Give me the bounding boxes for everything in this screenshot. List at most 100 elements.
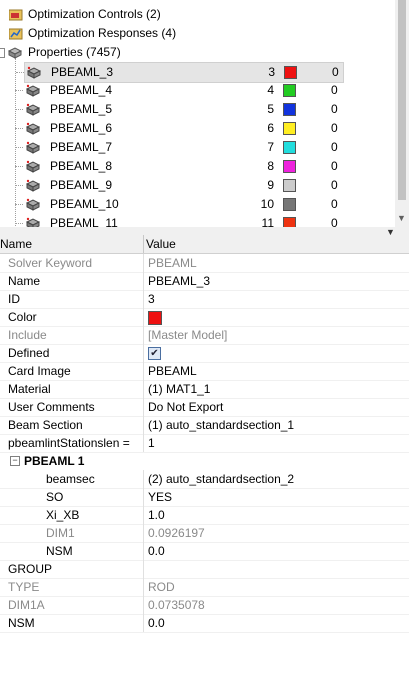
collapse-icon[interactable]: − (10, 456, 20, 466)
property-count: 0 (331, 140, 338, 154)
property-name: PBEAML_5 (50, 102, 113, 116)
property-row-solver-keyword[interactable]: Solver Keyword PBEAML (0, 254, 409, 273)
property-value: [Master Model] (148, 328, 228, 342)
tree-item-pbeaml_9[interactable]: PBEAML_9 9 0 (15, 176, 342, 195)
tree-scrollbar[interactable]: ▼ (395, 0, 409, 227)
property-row-group[interactable]: GROUP (0, 560, 409, 579)
property-value: (1) MAT1_1 (148, 382, 211, 396)
optimization-responses-icon (9, 28, 23, 40)
tree-connector (16, 72, 24, 73)
property-key: NSM (8, 616, 35, 630)
property-key: beamsec (46, 472, 95, 486)
property-row-beamsec[interactable]: beamsec (2) auto_standardsection_2 (0, 470, 409, 489)
property-color-swatch[interactable] (283, 160, 296, 173)
property-row-id[interactable]: ID 3 (0, 290, 409, 309)
property-row-dim1a[interactable]: DIM1A 0.0735078 (0, 596, 409, 615)
property-icon (26, 122, 40, 135)
property-color-swatch[interactable] (283, 217, 296, 227)
tree-item-pbeaml_11[interactable]: PBEAML_11 11 0 (15, 214, 342, 227)
tree-item-pbeaml_4[interactable]: PBEAML_4 4 0 (15, 81, 342, 100)
property-row-color[interactable]: Color (0, 308, 409, 327)
property-key: NSM (46, 544, 73, 558)
tree-connector (15, 90, 23, 91)
property-row-user-comments[interactable]: User Comments Do Not Export (0, 398, 409, 417)
property-row-xi-xb[interactable]: Xi_XB 1.0 (0, 506, 409, 525)
defined-checkbox[interactable]: ✔ (148, 347, 161, 360)
property-row-type[interactable]: TYPE ROD (0, 578, 409, 597)
property-key: Beam Section (8, 418, 83, 432)
tree-item-pbeaml_10[interactable]: PBEAML_10 10 0 (15, 195, 342, 214)
tree-connector (15, 185, 23, 186)
section-title: PBEAML 1 (24, 454, 85, 468)
property-color-swatch[interactable] (283, 198, 296, 211)
property-color-swatch[interactable] (283, 84, 296, 97)
scroll-down-icon[interactable]: ▼ (397, 213, 406, 223)
property-value: ROD (148, 580, 175, 594)
property-value: 1.0 (148, 508, 165, 522)
tree-folder-label: Optimization Controls (2) (28, 7, 161, 21)
tree-item-pbeaml_3[interactable]: PBEAML_3 3 0 (16, 62, 344, 83)
collapse-toggle-icon[interactable] (0, 48, 5, 58)
property-row-so[interactable]: SO YES (0, 488, 409, 507)
scrollbar-thumb[interactable] (398, 0, 406, 200)
property-value: PBEAML_3 (148, 274, 211, 288)
property-icon (26, 160, 40, 173)
property-id: 5 (267, 102, 274, 116)
property-row-defined[interactable]: Defined ✔ (0, 344, 409, 363)
property-row-material[interactable]: Material (1) MAT1_1 (0, 380, 409, 399)
property-color-swatch[interactable] (283, 103, 296, 116)
property-value: Do Not Export (148, 400, 224, 414)
property-icon (26, 84, 40, 97)
property-value: PBEAML (148, 256, 197, 270)
color-swatch[interactable] (148, 311, 162, 325)
column-divider (143, 398, 144, 416)
property-color-swatch[interactable] (283, 122, 296, 135)
property-count: 0 (331, 216, 338, 227)
tree-folder-properties[interactable]: Properties (7457) (0, 43, 395, 62)
column-divider (143, 344, 144, 362)
property-key: pbeamlintStationslen = (8, 436, 130, 450)
column-header-value[interactable]: Value (146, 237, 176, 251)
column-divider (143, 416, 144, 434)
tree-folder-optimization-controls[interactable]: Optimization Controls (2) (0, 5, 395, 24)
property-color-swatch[interactable] (283, 179, 296, 192)
column-header-name[interactable]: Name (0, 237, 32, 251)
property-name: PBEAML_4 (50, 83, 113, 97)
tree-connector (15, 109, 23, 110)
property-key: DIM1A (8, 598, 45, 612)
tree-folder-label: Optimization Responses (4) (28, 26, 177, 40)
column-divider (143, 362, 144, 380)
tree-item-pbeaml_7[interactable]: PBEAML_7 7 0 (15, 138, 342, 157)
property-row-name[interactable]: Name PBEAML_3 (0, 272, 409, 291)
property-id: 6 (267, 121, 274, 135)
property-row-card-image[interactable]: Card Image PBEAML (0, 362, 409, 381)
optimization-controls-icon (9, 9, 23, 21)
property-value: 0.0926197 (148, 526, 205, 540)
property-id: 10 (260, 197, 274, 211)
property-color-swatch[interactable] (284, 66, 297, 79)
property-name: PBEAML_10 (50, 197, 119, 211)
column-divider (143, 254, 144, 272)
tree-item-pbeaml_8[interactable]: PBEAML_8 8 0 (15, 157, 342, 176)
property-key: Material (8, 382, 51, 396)
column-divider (143, 506, 144, 524)
property-value: 1 (148, 436, 155, 450)
tree-item-pbeaml_5[interactable]: PBEAML_5 5 0 (15, 100, 342, 119)
property-id: 9 (267, 178, 274, 192)
property-row-beam-section[interactable]: Beam Section (1) auto_standardsection_1 (0, 416, 409, 435)
panel-splitter[interactable]: ▼ (0, 227, 409, 237)
property-key: Card Image (8, 364, 71, 378)
tree-folder-optimization-responses[interactable]: Optimization Responses (4) (0, 24, 395, 43)
property-color-swatch[interactable] (283, 141, 296, 154)
grid-header: Name Value (0, 235, 409, 254)
property-name: PBEAML_3 (51, 65, 114, 79)
property-row-dim1[interactable]: DIM1 0.0926197 (0, 524, 409, 543)
property-row-nsm[interactable]: NSM 0.0 (0, 542, 409, 561)
property-row-nsm[interactable]: NSM 0.0 (0, 614, 409, 633)
property-count: 0 (331, 159, 338, 173)
section-header[interactable]: − PBEAML 1 (0, 452, 409, 470)
column-separator[interactable] (143, 235, 144, 253)
property-row-include[interactable]: Include [Master Model] (0, 326, 409, 345)
tree-item-pbeaml_6[interactable]: PBEAML_6 6 0 (15, 119, 342, 138)
property-row-pbeamlintstationslen[interactable]: pbeamlintStationslen = 1 (0, 434, 409, 453)
